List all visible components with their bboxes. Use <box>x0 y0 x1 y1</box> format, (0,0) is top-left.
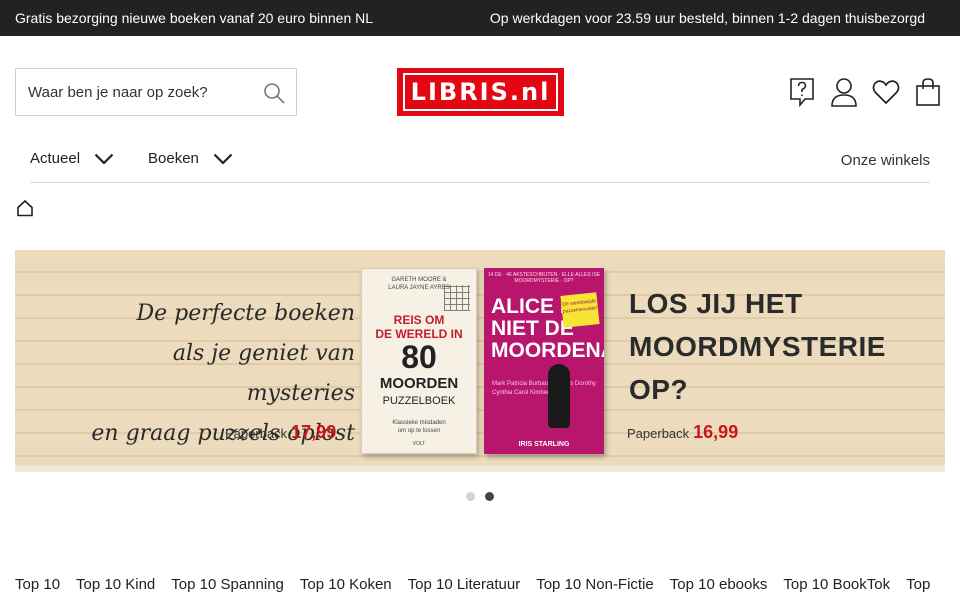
search-box[interactable] <box>15 68 297 116</box>
chevron-down-icon <box>213 153 233 165</box>
cart-button[interactable] <box>914 76 942 108</box>
top-list-link[interactable]: Top 10 Spanning <box>171 576 284 596</box>
book-title-part: REIS OM DE WERELD IN <box>362 313 476 341</box>
book-author-line: GARETH MOORE & <box>391 277 447 283</box>
top-list-link[interactable]: Top 10 Literatuur <box>408 576 521 596</box>
delivery-time-text: Op werkdagen voor 23.59 uur besteld, bin… <box>489 10 925 26</box>
book-subtitle: Klassieke misdaden om op te lossen <box>362 419 476 435</box>
nav-item-boeken[interactable]: Boeken <box>148 150 233 167</box>
book-subtitle-line: Klassieke misdaden <box>392 420 446 426</box>
price-label: Paperback <box>225 426 288 441</box>
price-value: 16,99 <box>693 422 739 442</box>
wishlist-button[interactable] <box>872 76 900 108</box>
top-list-link[interactable]: Top <box>906 576 930 596</box>
help-button[interactable] <box>788 76 816 108</box>
logo-text: LIBRIS.nl <box>402 73 559 111</box>
top-list-link[interactable]: Top 10 Non-Fictie <box>536 576 654 596</box>
price-left: Paperback 17,99 <box>225 422 336 443</box>
headline-line: OP? <box>629 374 689 405</box>
book-publisher: VOLT <box>412 441 426 447</box>
nav-item-label: Boeken <box>148 150 199 167</box>
free-shipping-text: Gratis bezorging nieuwe boeken vanaf 20 … <box>15 10 374 26</box>
announcement-bar: Gratis bezorging nieuwe boeken vanaf 20 … <box>0 0 960 36</box>
price-value: 17,99 <box>291 422 337 442</box>
price-right: Paperback 16,99 <box>627 422 738 443</box>
search-input[interactable] <box>16 69 252 115</box>
nav-stores-link[interactable]: Onze winkels <box>841 152 930 169</box>
price-label: Paperback <box>627 426 690 441</box>
book-title-genre: PUZZELBOEK <box>382 395 456 407</box>
book-title-word: MOORDEN <box>379 375 459 392</box>
top-list-link[interactable]: Top 10 BookTok <box>783 576 890 596</box>
banner-headline: LOS JIJ HET MOORDMYSTERIE OP? <box>629 282 929 411</box>
top-list-link[interactable]: Top 10 <box>15 576 60 596</box>
top-list-link[interactable]: Top 10 Koken <box>300 576 392 596</box>
book-title-number: 80 <box>401 339 437 375</box>
book-title-line: REIS OM <box>393 313 445 327</box>
book-character-names: Mark Patricia Burbara Thomas Dorothy Cyn… <box>492 381 596 396</box>
heart-icon <box>872 80 900 105</box>
book-authors: GARETH MOORE & LAURA JAYNE AYRES <box>362 276 476 292</box>
banner-edge <box>15 466 945 472</box>
headline-line: LOS JIJ HET <box>629 288 803 319</box>
chevron-down-icon <box>94 153 114 165</box>
book-cover-alice-is-niet-de-moordenaar[interactable]: 14 DE · 46 AKSTESCHRIJTEN · ELLE ALLES I… <box>484 268 604 454</box>
header-actions <box>788 76 942 108</box>
carousel-dot-2[interactable] <box>485 492 494 501</box>
account-button[interactable] <box>830 76 858 108</box>
nav-item-actueel[interactable]: Actueel <box>30 150 114 167</box>
book-sticker: De wereldwijde puzzelsensatie! <box>560 292 600 328</box>
main-navigation: Actueel Boeken Onze winkels <box>30 140 930 183</box>
headline-line: MOORDMYSTERIE <box>629 331 886 362</box>
girl-silhouette-illustration <box>548 364 570 428</box>
tagline-line: als je geniet van mysteries <box>172 341 355 406</box>
nav-item-label: Actueel <box>30 150 81 167</box>
libris-logo[interactable]: LIBRIS.nl <box>397 68 564 116</box>
book-cover-reis-om-de-wereld[interactable]: GARETH MOORE & LAURA JAYNE AYRES REIS OM… <box>361 268 477 454</box>
promo-banner[interactable]: De perfecte boeken als je geniet van mys… <box>15 250 945 472</box>
tagline-line: De perfecte boeken <box>136 301 355 326</box>
shopping-bag-icon <box>916 78 940 106</box>
top-list-link[interactable]: Top 10 Kind <box>76 576 155 596</box>
search-icon[interactable] <box>262 81 286 105</box>
account-icon <box>831 78 857 107</box>
book-author-line: LAURA JAYNE AYRES <box>388 285 450 291</box>
top-lists-row: Top 10 Top 10 Kind Top 10 Spanning Top 1… <box>15 576 960 596</box>
home-icon[interactable] <box>16 199 34 217</box>
top-list-link[interactable]: Top 10 ebooks <box>670 576 768 596</box>
carousel-dot-1[interactable] <box>466 492 475 501</box>
book-title-line: MOORDENAAR <box>491 339 604 362</box>
carousel-dots <box>466 492 494 501</box>
help-icon <box>790 78 814 107</box>
book-topline: 14 DE · 46 AKSTESCHRIJTEN · ELLE ALLES I… <box>487 272 601 284</box>
book-subtitle-line: om op te lossen <box>397 428 441 434</box>
book-author: IRIS STARLING <box>518 441 570 448</box>
